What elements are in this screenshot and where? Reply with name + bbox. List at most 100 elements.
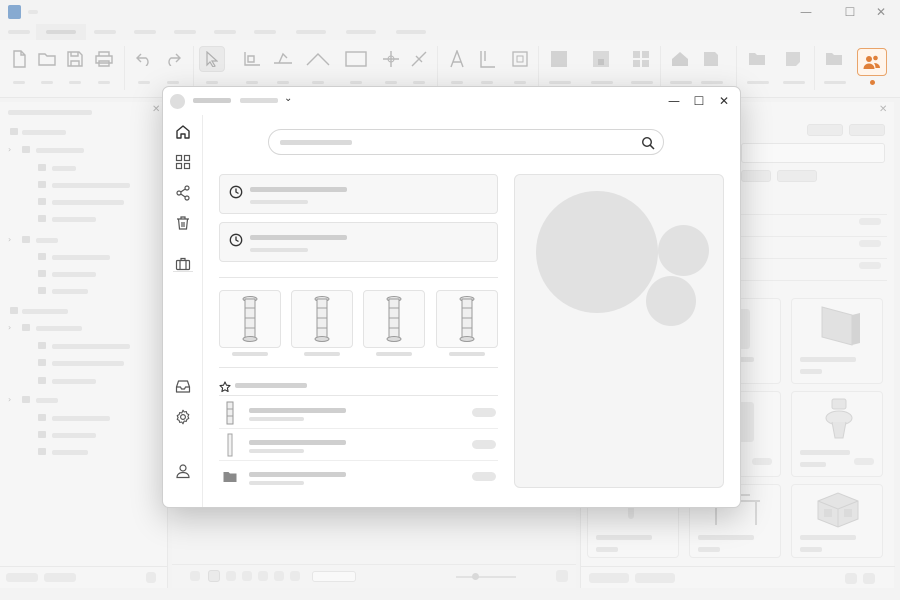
panel-tab[interactable] bbox=[635, 573, 675, 583]
menu-item[interactable] bbox=[296, 30, 326, 34]
tree-item[interactable] bbox=[8, 197, 158, 207]
tree-item[interactable] bbox=[8, 447, 158, 457]
search-input[interactable] bbox=[268, 129, 664, 155]
favorite-item[interactable] bbox=[219, 461, 498, 493]
tree-item[interactable]: › bbox=[8, 145, 158, 155]
sidebar-item-shared[interactable] bbox=[172, 182, 194, 204]
layout-icon[interactable] bbox=[628, 46, 654, 72]
avatar[interactable] bbox=[170, 94, 185, 109]
sidebar-item-inbox[interactable] bbox=[172, 375, 194, 397]
panel-button[interactable] bbox=[807, 124, 843, 136]
note-icon[interactable] bbox=[780, 46, 806, 72]
dialog-minimize-button[interactable]: — bbox=[663, 91, 685, 111]
filter-chip[interactable] bbox=[777, 170, 817, 182]
filter-chip[interactable] bbox=[741, 170, 771, 182]
tree-item[interactable] bbox=[8, 306, 158, 316]
menu-item-active[interactable] bbox=[46, 30, 76, 34]
grid-view-icon[interactable] bbox=[845, 573, 857, 584]
tree-item[interactable] bbox=[8, 252, 158, 262]
tree-item[interactable] bbox=[8, 269, 158, 279]
recent-item[interactable] bbox=[219, 222, 498, 262]
sidebar-item-home[interactable] bbox=[172, 121, 194, 143]
minimize-button[interactable]: — bbox=[793, 3, 819, 21]
zoom-slider[interactable] bbox=[456, 576, 516, 578]
save-icon[interactable] bbox=[62, 46, 88, 72]
tree-item[interactable] bbox=[8, 430, 158, 440]
menu-item[interactable] bbox=[254, 30, 276, 34]
chevron-down-icon[interactable]: ⌄ bbox=[284, 93, 292, 104]
new-file-icon[interactable] bbox=[6, 46, 32, 72]
trim-tool-icon[interactable] bbox=[406, 46, 432, 72]
print-icon[interactable] bbox=[91, 46, 117, 72]
select-pointer-icon[interactable] bbox=[199, 46, 225, 72]
close-icon[interactable]: ✕ bbox=[152, 104, 160, 115]
wall-tool-icon[interactable] bbox=[239, 46, 265, 72]
fullscreen-icon[interactable] bbox=[556, 570, 568, 582]
close-button[interactable]: ✕ bbox=[868, 3, 894, 21]
tree-item[interactable] bbox=[8, 413, 158, 423]
model-thumbnail[interactable] bbox=[291, 290, 353, 348]
footer-tab[interactable] bbox=[6, 573, 38, 582]
folder-alt-icon[interactable] bbox=[821, 46, 847, 72]
tree-item[interactable] bbox=[8, 286, 158, 296]
collaborate-button[interactable] bbox=[857, 48, 887, 76]
model-thumbnail[interactable] bbox=[219, 290, 281, 348]
view-dropdown[interactable] bbox=[312, 571, 356, 582]
list-view-icon[interactable] bbox=[863, 573, 875, 584]
tree-item[interactable] bbox=[8, 358, 158, 368]
snap-tool-icon[interactable] bbox=[378, 46, 404, 72]
favorite-item[interactable] bbox=[219, 397, 498, 429]
project-selector[interactable] bbox=[240, 98, 278, 103]
component-icon[interactable] bbox=[698, 46, 724, 72]
menu-item[interactable] bbox=[134, 30, 156, 34]
maximize-button[interactable]: ☐ bbox=[837, 3, 863, 21]
sidebar-item-projects[interactable] bbox=[172, 253, 194, 275]
view-3d-icon[interactable] bbox=[190, 571, 200, 581]
menu-item[interactable] bbox=[396, 30, 426, 34]
menu-item[interactable] bbox=[346, 30, 376, 34]
dialog-maximize-button[interactable]: ☐ bbox=[688, 91, 710, 111]
view-persp-icon[interactable] bbox=[290, 571, 300, 581]
redo-icon[interactable] bbox=[160, 46, 186, 72]
recent-item[interactable] bbox=[219, 174, 498, 214]
dialog-close-button[interactable]: ✕ bbox=[713, 91, 735, 111]
view-top-icon[interactable] bbox=[208, 570, 220, 582]
library-item-card[interactable] bbox=[791, 391, 883, 477]
panel-page-icon[interactable] bbox=[146, 572, 156, 583]
library-item-card[interactable] bbox=[791, 298, 883, 384]
favorite-item[interactable] bbox=[219, 429, 498, 461]
folder-icon[interactable] bbox=[744, 46, 770, 72]
view-iso-icon[interactable] bbox=[274, 571, 284, 581]
panel-search-input[interactable] bbox=[741, 143, 885, 163]
home-icon[interactable] bbox=[667, 46, 693, 72]
view-back-icon[interactable] bbox=[258, 571, 268, 581]
tree-item[interactable]: › bbox=[8, 395, 158, 405]
library-item-card[interactable] bbox=[791, 484, 883, 558]
footer-tab[interactable] bbox=[44, 573, 76, 582]
view-front-icon[interactable] bbox=[226, 571, 236, 581]
sidebar-item-trash[interactable] bbox=[172, 212, 194, 234]
tree-item[interactable]: › bbox=[8, 235, 158, 245]
menu-item[interactable] bbox=[174, 30, 196, 34]
model-thumbnail[interactable] bbox=[363, 290, 425, 348]
dimension-tool-icon[interactable] bbox=[474, 46, 500, 72]
menu-item[interactable] bbox=[8, 30, 30, 34]
tree-item[interactable] bbox=[8, 127, 158, 137]
undo-icon[interactable] bbox=[131, 46, 157, 72]
block-icon[interactable] bbox=[546, 46, 572, 72]
library-icon[interactable] bbox=[588, 46, 614, 72]
panel-button[interactable] bbox=[849, 124, 885, 136]
sidebar-item-account[interactable] bbox=[172, 460, 194, 482]
rectangle-tool-icon[interactable] bbox=[343, 46, 369, 72]
tree-item[interactable] bbox=[8, 180, 158, 190]
group-tool-icon[interactable] bbox=[507, 46, 533, 72]
open-folder-icon[interactable] bbox=[34, 46, 60, 72]
sidebar-item-settings[interactable] bbox=[172, 406, 194, 428]
tree-item[interactable] bbox=[8, 214, 158, 224]
floor-tool-icon[interactable] bbox=[270, 46, 296, 72]
tree-item[interactable] bbox=[8, 376, 158, 386]
text-tool-icon[interactable] bbox=[444, 46, 470, 72]
menu-item[interactable] bbox=[214, 30, 236, 34]
view-side-icon[interactable] bbox=[242, 571, 252, 581]
tree-item[interactable]: › bbox=[8, 323, 158, 333]
